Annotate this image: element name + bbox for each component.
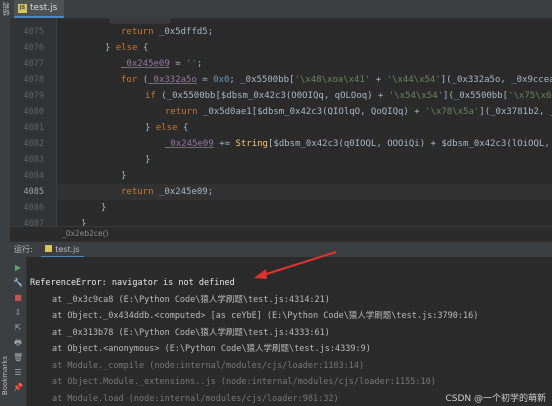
code-line[interactable]: _0x245e09 += String[$dbsm_0x42c3(q0IOQL,…: [165, 136, 552, 152]
tab-label: test.js: [30, 3, 58, 13]
code-token: '\x44\x54': [386, 75, 441, 85]
line-number[interactable]: 4083: [14, 152, 44, 168]
code-token: return: [165, 107, 203, 117]
code-token: }: [145, 123, 156, 133]
code-token: +: [370, 75, 387, 85]
code-line[interactable]: _0x245e09 = '';: [121, 56, 202, 72]
code-token: _0x5dffd5;: [158, 27, 214, 37]
code-token: (_0x5500bb[$dbsm_0x42c3(O0OIQq, qOLOoq) …: [161, 91, 389, 101]
code-token: ](_0x5500bb[: [443, 91, 509, 101]
line-number[interactable]: 4081: [14, 120, 44, 136]
code-token: _0x245e09: [121, 59, 170, 69]
code-token: else: [155, 123, 183, 133]
breadcrumb[interactable]: _0x2eb2ce(): [10, 226, 552, 241]
line-number[interactable]: 4080: [14, 104, 44, 120]
stack-trace-line[interactable]: at _0x313b78 (E:\Python Code\猿人学刷题\test.…: [52, 325, 330, 341]
stack-trace-line[interactable]: at Module.load (node:internal/modules/cj…: [52, 391, 339, 406]
code-token: =: [196, 75, 214, 85]
line-number[interactable]: 4079: [14, 88, 44, 104]
line-number[interactable]: 4084: [14, 168, 44, 184]
print-button[interactable]: 🖶: [13, 338, 23, 348]
code-token: [$dbsm_0x42c3(q0IOQL, OOOiQi) + $dbsm_0x…: [267, 139, 552, 149]
soft-wrap-button[interactable]: ⇱: [13, 323, 23, 333]
code-line[interactable]: return _0x5dffd5;: [121, 24, 213, 40]
stack-trace-line[interactable]: at Object._0x434ddb.<computed> [as ceYbE…: [52, 308, 478, 324]
js-file-icon: JS: [18, 4, 27, 13]
code-token: =: [169, 59, 187, 69]
editor-tab-bar: JS test.js: [10, 0, 552, 19]
line-number[interactable]: 4076: [14, 40, 44, 56]
code-token: }: [105, 43, 116, 53]
code-token: else: [115, 43, 143, 53]
line-number-gutter: 4075 4076 4077 4078 4079 4080 4081 4082 4083 4084…: [10, 18, 57, 245]
code-token: _0x332a5o: [148, 75, 197, 85]
code-token: return: [121, 27, 159, 37]
code-line[interactable]: if (_0x5500bb[$dbsm_0x42c3(O0OIQq, qOLOo…: [145, 88, 552, 104]
stop-button[interactable]: ■: [13, 293, 23, 303]
code-line[interactable]: }: [121, 168, 126, 184]
bookmarks-tool-label[interactable]: Bookmarks: [1, 356, 9, 395]
error-message[interactable]: ReferenceError: navigator is not defined: [30, 275, 235, 291]
code-line[interactable]: } else {: [105, 40, 148, 56]
code-token: }: [121, 171, 127, 181]
code-token: '\x78\x5a': [425, 107, 480, 117]
breadcrumb-function[interactable]: _0x2eb2ce(): [62, 229, 108, 238]
editor-tab-test-js[interactable]: JS test.js: [14, 0, 65, 18]
stack-trace-line[interactable]: at Object.Module._extensions..js (node:i…: [52, 374, 436, 390]
js-file-icon: [45, 245, 53, 252]
code-line[interactable]: }: [145, 152, 150, 168]
pin-button[interactable]: 📌: [13, 383, 23, 393]
line-number[interactable]: 4086: [14, 200, 44, 216]
code-token: +=: [213, 139, 236, 149]
code-token: ; _0x5500bb[: [229, 75, 295, 85]
code-token: String: [235, 139, 268, 149]
line-number[interactable]: 4077: [14, 56, 44, 72]
scroll-down-button[interactable]: ⇩: [13, 308, 23, 318]
code-token: {: [182, 123, 189, 133]
code-editor[interactable]: 4075 4076 4077 4078 4079 4080 4081 4082 4083 4084…: [10, 18, 552, 245]
red-arrow-annotation: [254, 251, 337, 279]
code-token: }: [101, 203, 107, 213]
run-tab-test-js[interactable]: test.js: [41, 244, 84, 258]
code-line[interactable]: return _0x245e09;: [121, 184, 213, 200]
code-token: ](_0x3781b2, _0: [479, 107, 552, 117]
layout-button[interactable]: ☰: [13, 368, 23, 378]
code-token: }: [145, 155, 151, 165]
line-number[interactable]: 4082: [14, 136, 44, 152]
run-toolbar: ▶ 🔧 ■ ⇩ ⇱ 🖶 🗑 ☰ 📌: [10, 257, 27, 406]
code-token: {: [142, 43, 149, 53]
code-line[interactable]: }: [101, 200, 106, 216]
code-token: '\x54\x54': [388, 91, 444, 101]
code-token: '\x75\x6c\x: [508, 91, 552, 101]
clear-button[interactable]: 🗑: [13, 353, 23, 363]
run-panel-title: 运行:: [14, 245, 33, 254]
code-line[interactable]: for (_0x332a5o = 0x0; _0x5500bb['\x48\xo…: [121, 72, 552, 88]
csdn-watermark: CSDN @一个初学的萌新: [445, 394, 546, 404]
stack-trace-line[interactable]: at Module._compile (node:internal/module…: [52, 358, 364, 374]
code-token: _0x245e09: [165, 139, 214, 149]
code-token: if: [145, 91, 162, 101]
code-area[interactable]: return _0x5dffd5;} else {_0x245e09 = '';…: [57, 18, 552, 240]
code-token: _0x5d0ae1[$dbsm_0x42c3(QIOlqO, QoQIQq) +: [202, 107, 426, 117]
line-number[interactable]: 4085: [14, 184, 44, 200]
line-number[interactable]: 4078: [14, 72, 44, 88]
stack-trace-line[interactable]: at Object.<anonymous> (E:\Python Code\猿人…: [52, 341, 371, 357]
code-token: 0x0: [213, 75, 230, 85]
run-tab-label: test.js: [55, 245, 80, 254]
code-line[interactable]: } else {: [145, 120, 188, 136]
code-token: _0x245e09;: [158, 187, 214, 197]
code-line[interactable]: return _0x5d0ae1[$dbsm_0x42c3(QIOlqO, Qo…: [165, 104, 552, 120]
stack-trace-line[interactable]: at _0x3c9ca8 (E:\Python Code\猿人学刷题\test.…: [52, 292, 330, 308]
code-token: ;: [196, 59, 203, 69]
line-number[interactable]: 4075: [14, 24, 44, 40]
code-token: '': [186, 59, 197, 69]
code-token: return: [121, 187, 159, 197]
code-token: '\x48\xoa\x41': [294, 75, 371, 85]
rerun-button[interactable]: ▶: [13, 263, 23, 273]
settings-button[interactable]: 🔧: [13, 278, 23, 288]
code-token: for: [121, 75, 143, 85]
code-token: ](_0x332a5o, _0x9ccead: [440, 75, 552, 85]
